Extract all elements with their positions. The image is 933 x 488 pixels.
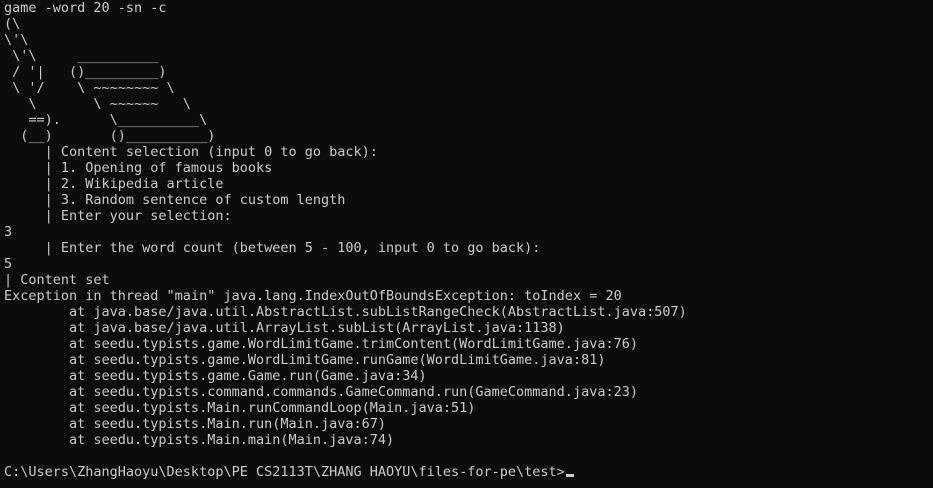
ascii-art-line: \'\ [4, 32, 29, 48]
stack-trace-line: at seedu.typists.game.WordLimitGame.trim… [4, 336, 638, 352]
stack-trace-line: at seedu.typists.game.WordLimitGame.runG… [4, 352, 606, 368]
shell-prompt: C:\Users\ZhangHaoyu\Desktop\PE CS2113T\Z… [4, 464, 565, 480]
stack-trace-line: at seedu.typists.command.commands.GameCo… [4, 384, 638, 400]
terminal-window[interactable]: game -word 20 -sn -c (\ \'\ \'\ ________… [0, 0, 933, 488]
stack-trace-line: at seedu.typists.Main.run(Main.java:67) [4, 416, 387, 432]
stack-trace-line: at java.base/java.util.ArrayList.subList… [4, 320, 565, 336]
stack-trace-line: at java.base/java.util.AbstractList.subL… [4, 304, 687, 320]
ascii-art-line: \ \ ~~~~~~ \ [4, 96, 191, 112]
stack-trace-line: at seedu.typists.Main.main(Main.java:74) [4, 432, 395, 448]
menu-heading: | Content selection (input 0 to go back)… [4, 144, 378, 160]
word-count-prompt: | Enter the word count (between 5 - 100,… [4, 240, 541, 256]
ascii-art-line: \'\ __________ [4, 48, 159, 64]
command-line: game -word 20 -sn -c [4, 0, 167, 16]
stack-trace-line: at seedu.typists.Main.runCommandLoop(Mai… [4, 400, 476, 416]
ascii-art-line: (\ [4, 16, 21, 32]
stack-trace-line: at seedu.typists.game.Game.run(Game.java… [4, 368, 427, 384]
ascii-art-line: / '| ()_________) [4, 64, 167, 80]
user-input-line: 3 [4, 224, 13, 240]
ascii-art-line: ==). \__________\ [4, 112, 208, 128]
menu-option: | 2. Wikipedia article [4, 176, 224, 192]
ascii-art-line: \ '/ \ ~~~~~~~~ \ [4, 80, 175, 96]
ascii-art-line: (__) ()__________) [4, 128, 216, 144]
status-line: | Content set [4, 272, 110, 288]
menu-option: | 3. Random sentence of custom length [4, 192, 346, 208]
selection-prompt: | Enter your selection: [4, 208, 232, 224]
text-cursor [565, 474, 574, 477]
user-input-line: 5 [4, 256, 13, 272]
prompt-line[interactable]: C:\Users\ZhangHaoyu\Desktop\PE CS2113T\Z… [4, 464, 933, 480]
menu-option: | 1. Opening of famous books [4, 160, 273, 176]
exception-line: Exception in thread "main" java.lang.Ind… [4, 288, 622, 304]
